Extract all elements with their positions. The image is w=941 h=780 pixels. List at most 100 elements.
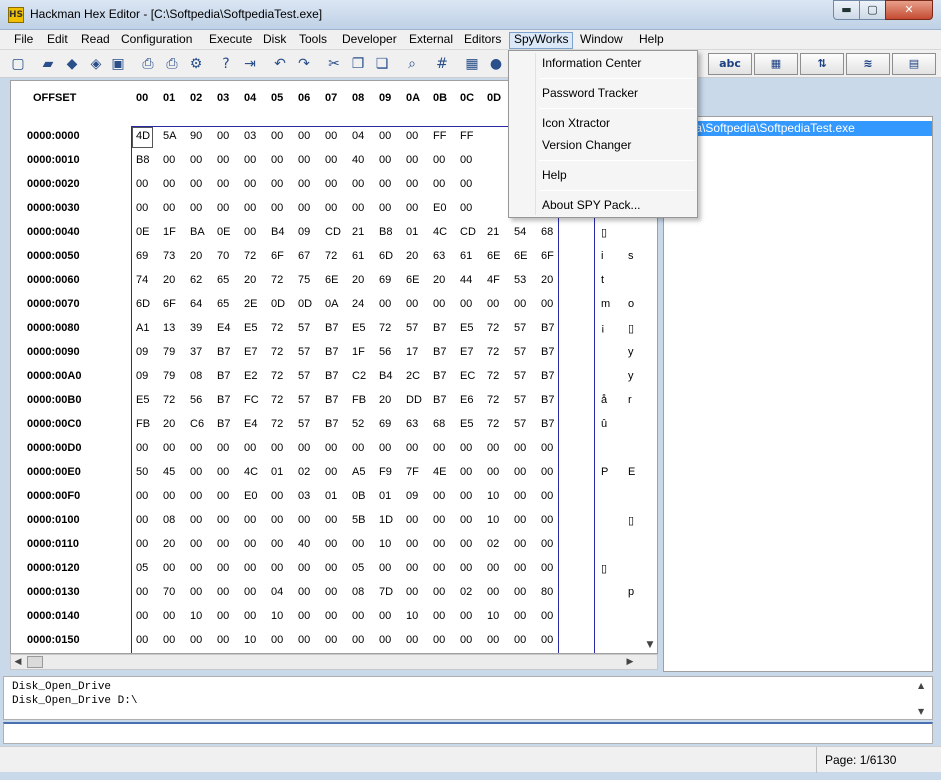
hex-byte[interactable]: B4: [271, 226, 284, 238]
hex-byte[interactable]: EC: [460, 370, 475, 382]
hex-byte[interactable]: E7: [460, 346, 473, 358]
text-abc-button[interactable]: abc: [708, 53, 752, 75]
hex-byte[interactable]: 0D: [298, 298, 312, 310]
hex-byte[interactable]: B7: [325, 322, 338, 334]
hex-byte[interactable]: 20: [379, 394, 391, 406]
hex-byte[interactable]: 04: [271, 586, 283, 598]
hex-byte[interactable]: 40: [298, 538, 310, 550]
hex-byte[interactable]: 72: [487, 394, 499, 406]
ascii-char[interactable]: û: [601, 418, 607, 430]
ascii-char[interactable]: y: [628, 346, 634, 358]
hex-byte[interactable]: 00: [271, 514, 283, 526]
hex-byte[interactable]: 40: [352, 154, 364, 166]
hex-byte[interactable]: 2C: [406, 370, 420, 382]
hex-byte[interactable]: 0D: [271, 298, 285, 310]
hex-byte[interactable]: B7: [541, 370, 554, 382]
hex-byte[interactable]: 57: [406, 322, 418, 334]
hex-byte[interactable]: 44: [460, 274, 472, 286]
hex-byte[interactable]: F9: [379, 466, 392, 478]
scroll-right-arrow-icon[interactable]: ▶: [623, 655, 637, 669]
hex-byte[interactable]: E4: [244, 418, 257, 430]
hex-byte[interactable]: 1D: [379, 514, 393, 526]
menu-tools[interactable]: Tools: [295, 32, 331, 49]
hex-byte[interactable]: 00: [433, 562, 445, 574]
hex-byte[interactable]: E5: [460, 322, 473, 334]
scroll-down-arrow-icon[interactable]: ▼: [918, 707, 924, 716]
ascii-char[interactable]: ▯: [601, 226, 607, 239]
hex-byte[interactable]: 00: [298, 610, 310, 622]
hex-byte[interactable]: FF: [460, 130, 473, 142]
hex-byte[interactable]: 00: [379, 130, 391, 142]
hex-byte[interactable]: 00: [217, 586, 229, 598]
hex-byte[interactable]: 10: [190, 610, 202, 622]
password-tracker-item[interactable]: Password Tracker: [542, 86, 638, 100]
hex-byte[interactable]: 00: [217, 130, 229, 142]
hex-byte[interactable]: 00: [406, 538, 418, 550]
hex-byte[interactable]: 00: [514, 442, 526, 454]
hex-byte[interactable]: 00: [433, 538, 445, 550]
hex-byte[interactable]: 08: [163, 514, 175, 526]
hex-byte[interactable]: E2: [244, 370, 257, 382]
save-icon[interactable]: ▣: [108, 54, 128, 74]
hex-byte[interactable]: 72: [271, 418, 283, 430]
hex-byte[interactable]: 00: [163, 202, 175, 214]
hex-byte[interactable]: 00: [514, 562, 526, 574]
hex-byte[interactable]: 73: [163, 250, 175, 262]
hex-byte[interactable]: 72: [487, 322, 499, 334]
hex-byte[interactable]: 08: [190, 370, 202, 382]
hex-byte[interactable]: 03: [298, 490, 310, 502]
hex-byte[interactable]: 00: [217, 634, 229, 646]
hex-byte[interactable]: 00: [514, 634, 526, 646]
menu-execute[interactable]: Execute: [205, 32, 256, 49]
hex-byte[interactable]: B7: [541, 322, 554, 334]
hex-byte[interactable]: 00: [379, 610, 391, 622]
hex-byte[interactable]: 1F: [352, 346, 365, 358]
hex-byte[interactable]: 00: [433, 586, 445, 598]
hex-byte[interactable]: 00: [190, 466, 202, 478]
undo-icon[interactable]: ↶: [270, 54, 290, 74]
hex-byte[interactable]: 20: [541, 274, 553, 286]
hex-byte[interactable]: 00: [163, 490, 175, 502]
hex-byte[interactable]: 10: [406, 610, 418, 622]
hex-byte[interactable]: 00: [460, 610, 472, 622]
print-icon[interactable]: ⎙: [138, 54, 158, 74]
hex-byte[interactable]: 01: [406, 226, 418, 238]
hex-byte[interactable]: 72: [325, 250, 337, 262]
scrollbar-thumb[interactable]: [27, 656, 43, 668]
hex-byte[interactable]: 00: [460, 298, 472, 310]
hex-byte[interactable]: 69: [136, 250, 148, 262]
hex-byte[interactable]: B7: [217, 394, 230, 406]
hex-byte[interactable]: 04: [352, 130, 364, 142]
eraser-icon[interactable]: ◆: [62, 54, 82, 74]
hex-byte[interactable]: 00: [217, 202, 229, 214]
hex-byte[interactable]: 00: [514, 538, 526, 550]
hex-byte[interactable]: CD: [325, 226, 341, 238]
hex-byte[interactable]: 00: [514, 298, 526, 310]
hex-byte[interactable]: 00: [163, 154, 175, 166]
hex-byte[interactable]: 00: [460, 466, 472, 478]
hex-byte[interactable]: FB: [136, 418, 150, 430]
hex-byte[interactable]: 00: [541, 538, 553, 550]
hex-byte[interactable]: 6E: [325, 274, 338, 286]
hex-byte[interactable]: 67: [298, 250, 310, 262]
hex-byte[interactable]: 00: [514, 466, 526, 478]
hex-byte[interactable]: 00: [136, 514, 148, 526]
hex-byte[interactable]: FF: [433, 130, 446, 142]
hex-byte[interactable]: 00: [406, 154, 418, 166]
hex-byte[interactable]: 00: [298, 586, 310, 598]
hex-byte[interactable]: 00: [433, 178, 445, 190]
hex-byte[interactable]: 57: [514, 370, 526, 382]
hex-byte[interactable]: 50: [136, 466, 148, 478]
hex-byte[interactable]: 00: [406, 562, 418, 574]
hex-byte[interactable]: 0B: [352, 490, 365, 502]
hex-byte[interactable]: 17: [406, 346, 418, 358]
hex-byte[interactable]: 4F: [487, 274, 500, 286]
cut-icon[interactable]: ✂: [324, 54, 344, 74]
hex-byte[interactable]: 79: [163, 370, 175, 382]
hex-byte[interactable]: E5: [136, 394, 149, 406]
hex-byte[interactable]: 00: [244, 514, 256, 526]
disk-tool-button[interactable]: ▤: [892, 53, 936, 75]
hex-byte[interactable]: FB: [352, 394, 366, 406]
hex-byte[interactable]: 61: [352, 250, 364, 262]
hex-byte[interactable]: 54: [514, 226, 526, 238]
